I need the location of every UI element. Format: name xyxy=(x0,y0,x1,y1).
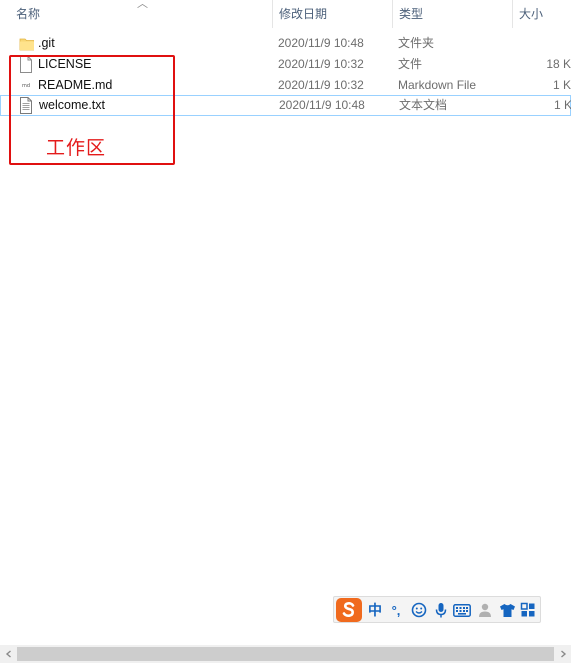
file-date: 2020/11/9 10:48 xyxy=(278,36,364,50)
column-header-date[interactable]: 修改日期 xyxy=(272,0,392,28)
file-date: 2020/11/9 10:32 xyxy=(278,57,364,71)
file-date: 2020/11/9 10:32 xyxy=(278,78,364,92)
microphone-icon[interactable] xyxy=(431,600,451,620)
scrollbar-thumb[interactable] xyxy=(17,647,554,661)
column-header: 名称 ︿ 修改日期 类型 大小 xyxy=(0,0,571,28)
file-type: Markdown File xyxy=(398,78,477,92)
ime-punct-toggle[interactable]: °, xyxy=(386,600,406,620)
emoji-icon[interactable] xyxy=(409,600,429,620)
workspace-annotation-label: 工作区 xyxy=(46,137,107,159)
file-type: 文本文档 xyxy=(399,98,448,112)
column-header-name[interactable]: 名称 xyxy=(0,0,272,28)
column-header-size[interactable]: 大小 xyxy=(512,0,571,28)
file-size: 1 K xyxy=(552,78,571,92)
skin-shirt-icon[interactable] xyxy=(497,600,517,620)
horizontal-scrollbar[interactable] xyxy=(0,645,571,663)
folder-icon xyxy=(19,38,34,51)
ime-mode-toggle[interactable]: 中 xyxy=(365,600,385,620)
sogou-logo-icon[interactable] xyxy=(336,598,362,622)
ime-toolbar: 中 °, xyxy=(333,596,541,623)
file-name: .git xyxy=(38,36,55,50)
column-header-type[interactable]: 类型 xyxy=(392,0,512,28)
file-size xyxy=(512,33,571,54)
file-type: 文件夹 xyxy=(398,36,435,50)
file-size: 1 K xyxy=(553,98,571,112)
sort-ascending-icon: ︿ xyxy=(137,0,148,10)
user-icon[interactable] xyxy=(475,600,495,620)
scroll-left-arrow-icon[interactable] xyxy=(0,645,17,663)
scroll-right-arrow-icon[interactable] xyxy=(554,645,571,663)
file-row-git[interactable]: .git 2020/11/9 10:48 文件夹 xyxy=(0,33,571,54)
toolbox-icon[interactable] xyxy=(518,600,538,620)
file-size: 18 K xyxy=(546,57,571,71)
file-type: 文件 xyxy=(398,57,423,71)
keyboard-icon[interactable] xyxy=(452,600,472,620)
file-date: 2020/11/9 10:48 xyxy=(279,98,365,112)
